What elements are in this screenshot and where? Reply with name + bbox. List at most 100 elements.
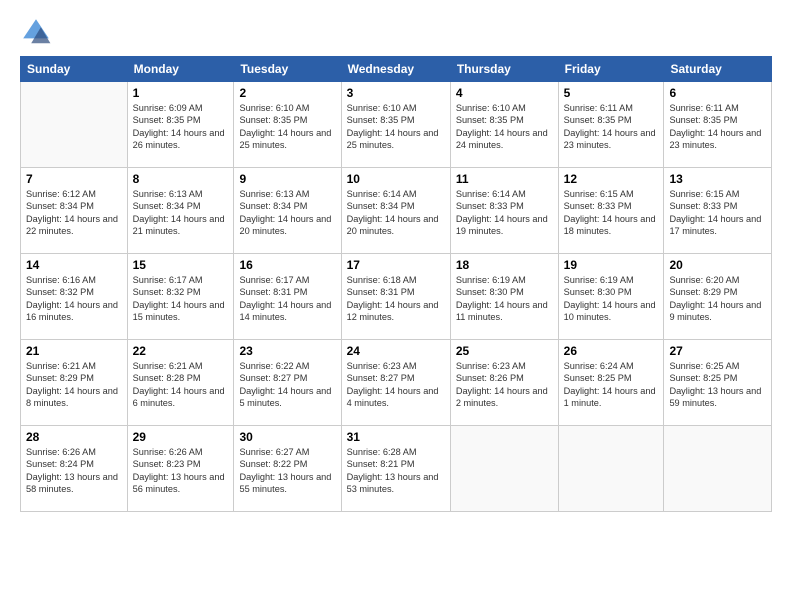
- day-number: 6: [669, 86, 766, 100]
- day-info: Sunrise: 6:15 AMSunset: 8:33 PMDaylight:…: [669, 188, 766, 238]
- day-cell: [450, 426, 558, 512]
- day-info: Sunrise: 6:28 AMSunset: 8:21 PMDaylight:…: [347, 446, 445, 496]
- day-number: 13: [669, 172, 766, 186]
- day-info: Sunrise: 6:18 AMSunset: 8:31 PMDaylight:…: [347, 274, 445, 324]
- day-cell: 17 Sunrise: 6:18 AMSunset: 8:31 PMDayligh…: [341, 254, 450, 340]
- day-cell: 23 Sunrise: 6:22 AMSunset: 8:27 PMDayligh…: [234, 340, 341, 426]
- day-number: 7: [26, 172, 122, 186]
- day-info: Sunrise: 6:17 AMSunset: 8:31 PMDaylight:…: [239, 274, 335, 324]
- day-cell: 11Sunrise: 6:14 AMSunset: 8:33 PMDayligh…: [450, 168, 558, 254]
- day-number: 30: [239, 430, 335, 444]
- day-info: Sunrise: 6:23 AMSunset: 8:26 PMDaylight:…: [456, 360, 553, 410]
- week-row-5: 28 Sunrise: 6:26 AMSunset: 8:24 PMDayligh…: [21, 426, 772, 512]
- week-row-4: 21Sunrise: 6:21 AMSunset: 8:29 PMDayligh…: [21, 340, 772, 426]
- day-number: 22: [133, 344, 229, 358]
- day-number: 27: [669, 344, 766, 358]
- day-number: 14: [26, 258, 122, 272]
- day-cell: 22 Sunrise: 6:21 AMSunset: 8:28 PMDayligh…: [127, 340, 234, 426]
- day-number: 26: [564, 344, 659, 358]
- day-cell: 25Sunrise: 6:23 AMSunset: 8:26 PMDayligh…: [450, 340, 558, 426]
- day-cell: 12 Sunrise: 6:15 AMSunset: 8:33 PMDayligh…: [558, 168, 664, 254]
- day-number: 29: [133, 430, 229, 444]
- day-info: Sunrise: 6:11 AMSunset: 8:35 PMDaylight:…: [564, 102, 659, 152]
- day-info: Sunrise: 6:20 AMSunset: 8:29 PMDaylight:…: [669, 274, 766, 324]
- day-cell: 30 Sunrise: 6:27 AMSunset: 8:22 PMDayligh…: [234, 426, 341, 512]
- day-cell: 20 Sunrise: 6:20 AMSunset: 8:29 PMDayligh…: [664, 254, 772, 340]
- day-number: 16: [239, 258, 335, 272]
- day-info: Sunrise: 6:21 AMSunset: 8:28 PMDaylight:…: [133, 360, 229, 410]
- week-row-2: 7 Sunrise: 6:12 AMSunset: 8:34 PMDaylight…: [21, 168, 772, 254]
- day-info: Sunrise: 6:13 AMSunset: 8:34 PMDaylight:…: [133, 188, 229, 238]
- weekday-header-wednesday: Wednesday: [341, 57, 450, 82]
- day-cell: 29Sunrise: 6:26 AMSunset: 8:23 PMDayligh…: [127, 426, 234, 512]
- week-row-1: 1 Sunrise: 6:09 AMSunset: 8:35 PMDaylight…: [21, 82, 772, 168]
- day-info: Sunrise: 6:26 AMSunset: 8:24 PMDaylight:…: [26, 446, 122, 496]
- week-row-3: 14 Sunrise: 6:16 AMSunset: 8:32 PMDayligh…: [21, 254, 772, 340]
- day-info: Sunrise: 6:27 AMSunset: 8:22 PMDaylight:…: [239, 446, 335, 496]
- day-number: 31: [347, 430, 445, 444]
- day-cell: 7 Sunrise: 6:12 AMSunset: 8:34 PMDaylight…: [21, 168, 128, 254]
- day-number: 2: [239, 86, 335, 100]
- day-number: 21: [26, 344, 122, 358]
- day-number: 5: [564, 86, 659, 100]
- day-number: 23: [239, 344, 335, 358]
- day-cell: 1 Sunrise: 6:09 AMSunset: 8:35 PMDaylight…: [127, 82, 234, 168]
- day-number: 20: [669, 258, 766, 272]
- day-info: Sunrise: 6:10 AMSunset: 8:35 PMDaylight:…: [347, 102, 445, 152]
- day-info: Sunrise: 6:14 AMSunset: 8:33 PMDaylight:…: [456, 188, 553, 238]
- day-number: 9: [239, 172, 335, 186]
- day-cell: 28 Sunrise: 6:26 AMSunset: 8:24 PMDayligh…: [21, 426, 128, 512]
- day-cell: 24Sunrise: 6:23 AMSunset: 8:27 PMDayligh…: [341, 340, 450, 426]
- day-cell: [21, 82, 128, 168]
- weekday-header-sunday: Sunday: [21, 57, 128, 82]
- day-number: 15: [133, 258, 229, 272]
- day-cell: 18Sunrise: 6:19 AMSunset: 8:30 PMDayligh…: [450, 254, 558, 340]
- day-info: Sunrise: 6:15 AMSunset: 8:33 PMDaylight:…: [564, 188, 659, 238]
- weekday-header-saturday: Saturday: [664, 57, 772, 82]
- day-info: Sunrise: 6:17 AMSunset: 8:32 PMDaylight:…: [133, 274, 229, 324]
- day-info: Sunrise: 6:10 AMSunset: 8:35 PMDaylight:…: [456, 102, 553, 152]
- day-cell: 27 Sunrise: 6:25 AMSunset: 8:25 PMDayligh…: [664, 340, 772, 426]
- day-cell: 14 Sunrise: 6:16 AMSunset: 8:32 PMDayligh…: [21, 254, 128, 340]
- day-info: Sunrise: 6:09 AMSunset: 8:35 PMDaylight:…: [133, 102, 229, 152]
- day-cell: 13 Sunrise: 6:15 AMSunset: 8:33 PMDayligh…: [664, 168, 772, 254]
- day-info: Sunrise: 6:12 AMSunset: 8:34 PMDaylight:…: [26, 188, 122, 238]
- day-cell: 3 Sunrise: 6:10 AMSunset: 8:35 PMDaylight…: [341, 82, 450, 168]
- day-cell: 2 Sunrise: 6:10 AMSunset: 8:35 PMDaylight…: [234, 82, 341, 168]
- day-cell: 19 Sunrise: 6:19 AMSunset: 8:30 PMDayligh…: [558, 254, 664, 340]
- day-cell: 10Sunrise: 6:14 AMSunset: 8:34 PMDayligh…: [341, 168, 450, 254]
- day-info: Sunrise: 6:19 AMSunset: 8:30 PMDaylight:…: [564, 274, 659, 324]
- day-cell: 26 Sunrise: 6:24 AMSunset: 8:25 PMDayligh…: [558, 340, 664, 426]
- logo: [20, 16, 56, 48]
- day-number: 10: [347, 172, 445, 186]
- day-number: 12: [564, 172, 659, 186]
- day-number: 17: [347, 258, 445, 272]
- day-info: Sunrise: 6:24 AMSunset: 8:25 PMDaylight:…: [564, 360, 659, 410]
- day-number: 4: [456, 86, 553, 100]
- weekday-header-row: SundayMondayTuesdayWednesdayThursdayFrid…: [21, 57, 772, 82]
- day-cell: 15 Sunrise: 6:17 AMSunset: 8:32 PMDayligh…: [127, 254, 234, 340]
- day-number: 28: [26, 430, 122, 444]
- day-info: Sunrise: 6:16 AMSunset: 8:32 PMDaylight:…: [26, 274, 122, 324]
- day-info: Sunrise: 6:10 AMSunset: 8:35 PMDaylight:…: [239, 102, 335, 152]
- day-info: Sunrise: 6:22 AMSunset: 8:27 PMDaylight:…: [239, 360, 335, 410]
- day-cell: 4 Sunrise: 6:10 AMSunset: 8:35 PMDaylight…: [450, 82, 558, 168]
- day-cell: 5 Sunrise: 6:11 AMSunset: 8:35 PMDaylight…: [558, 82, 664, 168]
- day-number: 1: [133, 86, 229, 100]
- day-number: 19: [564, 258, 659, 272]
- day-cell: [558, 426, 664, 512]
- day-info: Sunrise: 6:25 AMSunset: 8:25 PMDaylight:…: [669, 360, 766, 410]
- day-cell: [664, 426, 772, 512]
- day-cell: 16 Sunrise: 6:17 AMSunset: 8:31 PMDayligh…: [234, 254, 341, 340]
- logo-icon: [20, 16, 52, 48]
- day-number: 3: [347, 86, 445, 100]
- day-number: 24: [347, 344, 445, 358]
- weekday-header-friday: Friday: [558, 57, 664, 82]
- day-cell: 21Sunrise: 6:21 AMSunset: 8:29 PMDayligh…: [21, 340, 128, 426]
- weekday-header-thursday: Thursday: [450, 57, 558, 82]
- day-cell: 9 Sunrise: 6:13 AMSunset: 8:34 PMDaylight…: [234, 168, 341, 254]
- day-info: Sunrise: 6:13 AMSunset: 8:34 PMDaylight:…: [239, 188, 335, 238]
- header: [20, 16, 772, 48]
- day-number: 18: [456, 258, 553, 272]
- day-number: 8: [133, 172, 229, 186]
